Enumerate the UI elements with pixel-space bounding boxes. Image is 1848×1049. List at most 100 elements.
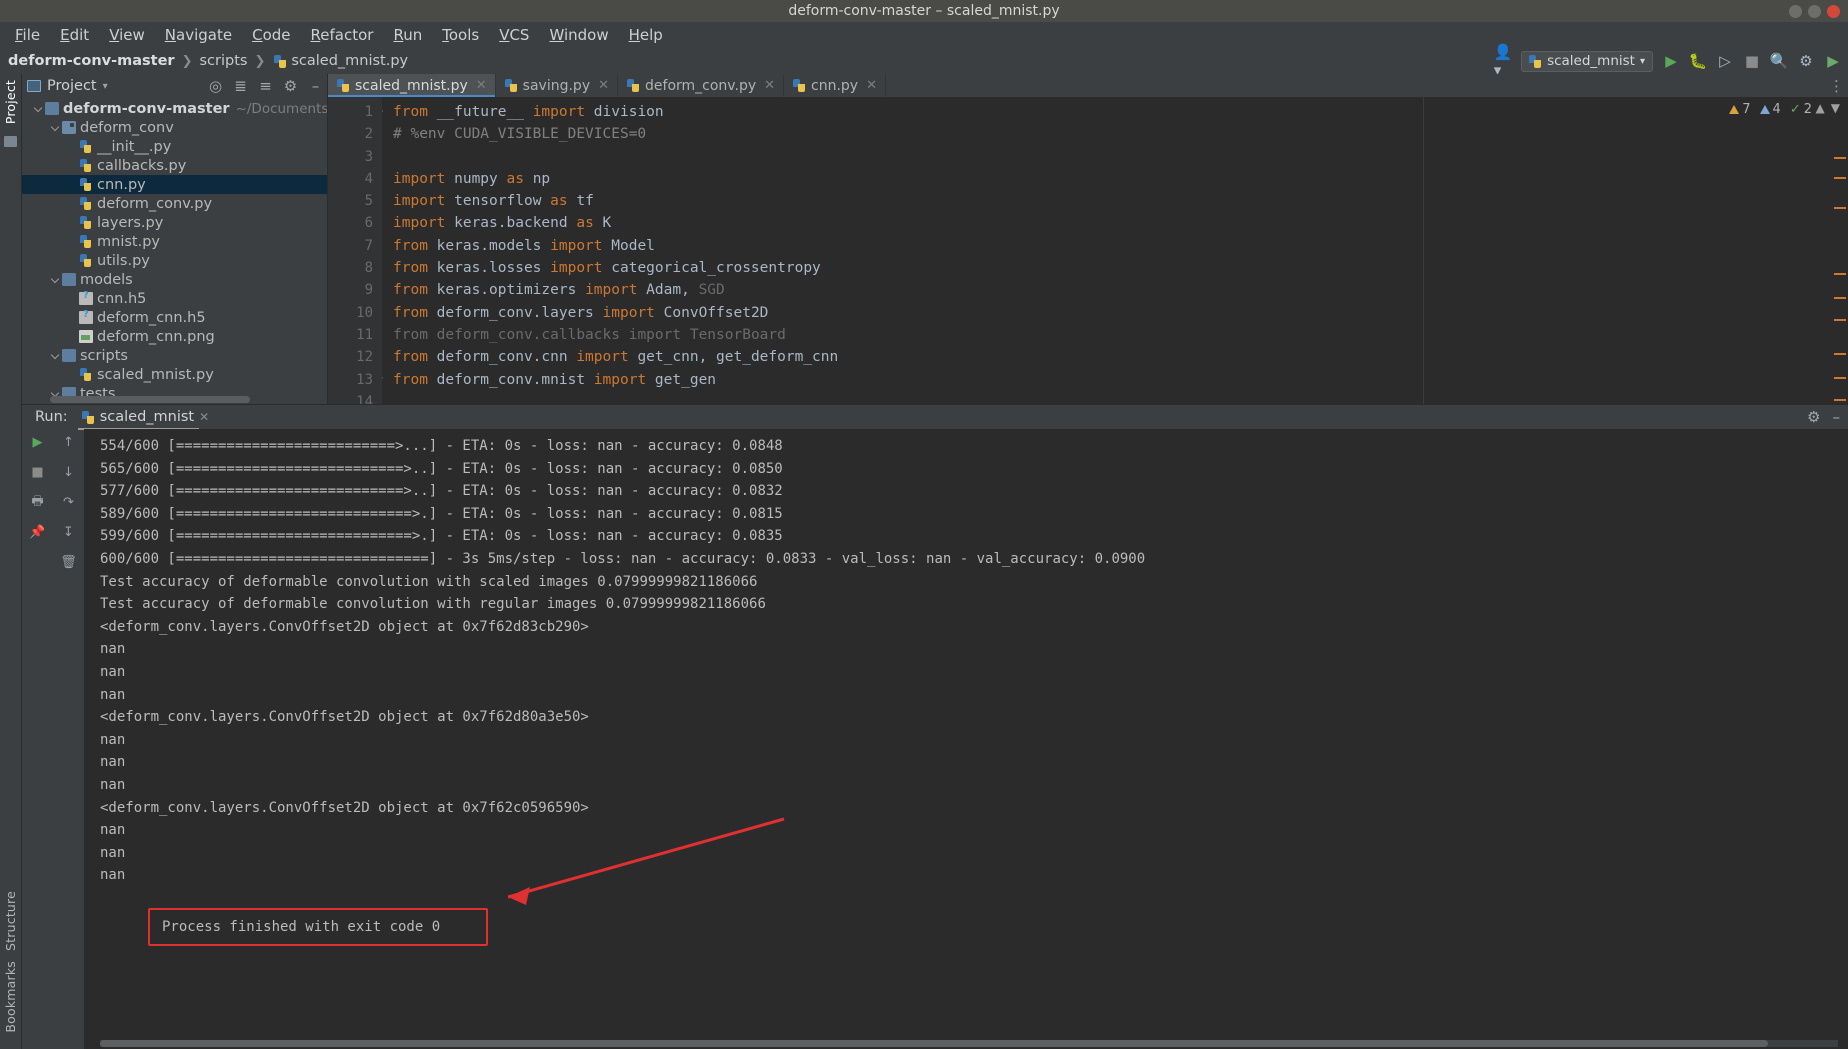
menu-item-view[interactable]: View [100,23,154,47]
menu-item-edit[interactable]: Edit [51,23,98,47]
tree-item-deform-cnn-h5[interactable]: deform_cnn.h5 [22,308,327,327]
gear-icon[interactable]: ⚙ [1807,408,1820,426]
menu-item-window[interactable]: Window [540,23,617,47]
check-count[interactable]: ✓ 2 [1790,102,1812,117]
close-icon[interactable]: ✕ [866,78,877,93]
chevron-down-icon[interactable] [51,122,62,133]
chevron-down-icon[interactable] [51,350,62,361]
strip-button-structure[interactable]: Structure [3,891,18,951]
code-line[interactable]: from deform_conv.cnn import get_cnn, get… [393,346,1468,368]
chevron-up-icon[interactable]: ▲ [1816,101,1825,115]
gear-icon[interactable]: ⚙ [1797,52,1815,70]
folder-icon[interactable] [4,136,17,148]
tree-item-deform-conv[interactable]: deform_conv [22,118,327,137]
tree-item-cnn-py[interactable]: cnn.py [22,175,327,194]
expand-all-icon[interactable]: ≣ [233,77,248,95]
debug-button[interactable]: 🐛 [1689,52,1708,70]
collapse-all-icon[interactable]: ≡ [258,77,273,95]
run-tab-scaled-mnist[interactable]: scaled_mnist ✕ [77,407,213,430]
menu-item-refactor[interactable]: Refactor [302,23,383,47]
warning-count[interactable]: 7 [1729,102,1751,117]
updates-icon[interactable]: ▶ [1824,52,1842,70]
run-configuration-selector[interactable]: scaled_mnist ▾ [1521,50,1653,72]
tree-item-models[interactable]: models [22,270,327,289]
tree-item-utils-py[interactable]: utils.py [22,251,327,270]
code-line[interactable]: import tensorflow as tf [393,190,1468,212]
code-line[interactable]: from __future__ import division [393,101,1468,123]
stop-button[interactable]: ■ [1743,52,1761,70]
tree-horizontal-scrollbar[interactable] [50,396,250,403]
gear-icon[interactable]: ⚙ [283,77,298,95]
tree-item-callbacks-py[interactable]: callbacks.py [22,156,327,175]
editor-tab-cnn-py[interactable]: cnn.py ✕ [784,74,887,97]
project-tree[interactable]: deform-conv-master~/Documents/deformdefo… [22,98,327,404]
close-icon[interactable]: ✕ [598,78,609,93]
run-coverage-button[interactable]: ▷ [1716,52,1734,70]
inspection-navigation[interactable]: ▲ ▼ [1816,101,1840,115]
code-line[interactable] [393,146,1468,168]
code-line[interactable]: # %env CUDA_VISIBLE_DEVICES=0 [393,123,1468,145]
editor-tab-deform-conv-py[interactable]: deform_conv.py ✕ [618,74,785,97]
menu-item-navigate[interactable]: Navigate [156,23,241,47]
code-line[interactable]: from deform_conv.callbacks import Tensor… [393,324,1468,346]
user-account-icon[interactable]: 👤▾ [1494,43,1513,79]
menu-item-vcs[interactable]: VCS [490,23,538,47]
hide-icon[interactable]: – [308,77,323,95]
code-line[interactable]: from keras.models import Model [393,235,1468,257]
rerun-button[interactable]: ▶ [29,434,46,451]
tree-item-scripts[interactable]: scripts [22,346,327,365]
maximize-button[interactable] [1808,4,1821,18]
print-button[interactable]: 🖶 [29,494,46,511]
down-button[interactable]: ↓ [60,464,77,481]
code-line[interactable] [393,391,1468,404]
locate-icon[interactable]: ◎ [208,77,223,95]
breadcrumb-file[interactable]: scaled_mnist.py [291,53,408,69]
tree-item-layers-py[interactable]: layers.py [22,213,327,232]
tree-item-mnist-py[interactable]: mnist.py [22,232,327,251]
weak-warning-count[interactable]: 4 [1759,102,1781,117]
code-fold-icon[interactable]: ⌄ [382,370,385,383]
code-line[interactable]: from deform_conv.layers import ConvOffse… [393,302,1468,324]
console-scrollbar[interactable] [100,1040,1838,1047]
tree-item-deform-conv-master[interactable]: deform-conv-master ~/Documents/deform [22,99,327,118]
menu-item-code[interactable]: Code [243,23,299,47]
code-line[interactable]: import numpy as np [393,168,1468,190]
breadcrumb-project[interactable]: deform-conv-master [8,53,175,69]
chevron-down-icon[interactable]: ▾ [103,81,108,92]
strip-button-bookmarks[interactable]: Bookmarks [3,961,18,1033]
menu-item-run[interactable]: Run [384,23,431,47]
strip-button-project[interactable]: Project [3,80,18,124]
close-button[interactable] [1827,4,1840,18]
close-icon[interactable]: ✕ [199,410,209,424]
chevron-down-icon[interactable] [34,103,45,114]
stop-button[interactable]: ■ [29,464,46,481]
code-line[interactable]: from keras.losses import categorical_cro… [393,257,1468,279]
clear-all-button[interactable]: 🗑 [60,554,77,571]
code-line[interactable]: from deform_conv.mnist import get_gen [393,369,1468,391]
menu-item-file[interactable]: File [6,23,49,47]
menu-item-tools[interactable]: Tools [433,23,488,47]
hide-icon[interactable]: – [1833,408,1841,426]
editor-tab-actions[interactable]: ⋮ [1829,74,1844,97]
tree-item--init-py[interactable]: __init__.py [22,137,327,156]
tree-item-deform-cnn-png[interactable]: deform_cnn.png [22,327,327,346]
editor-content[interactable]: 123456789101112131415 from __future__ im… [328,97,1848,404]
close-icon[interactable]: ✕ [764,78,775,93]
scroll-to-end-button[interactable]: ↧ [60,524,77,541]
editor-tab-scaled-mnist-py[interactable]: scaled_mnist.py ✕ [328,74,496,97]
console-output[interactable]: 554/600 [==========================>...]… [84,429,1848,1049]
minimize-button[interactable] [1789,4,1802,18]
inspection-widget[interactable]: 7 4 ✓ 2 [1729,102,1812,117]
code-line[interactable]: import keras.backend as K [393,212,1468,234]
code-line[interactable]: from keras.optimizers import Adam, SGD [393,279,1468,301]
chevron-down-icon[interactable] [51,274,62,285]
close-icon[interactable]: ✕ [476,78,487,93]
window-controls[interactable] [1789,0,1840,22]
code-text[interactable]: from __future__ import division # %env CU… [382,97,1468,404]
tree-item-deform-conv-py[interactable]: deform_conv.py [22,194,327,213]
up-button[interactable]: ↑ [60,434,77,451]
search-icon[interactable]: 🔍 [1770,52,1789,70]
code-fold-icon[interactable]: ⌄ [382,103,385,116]
menu-item-help[interactable]: Help [620,23,672,47]
tree-item-cnn-h5[interactable]: cnn.h5 [22,289,327,308]
